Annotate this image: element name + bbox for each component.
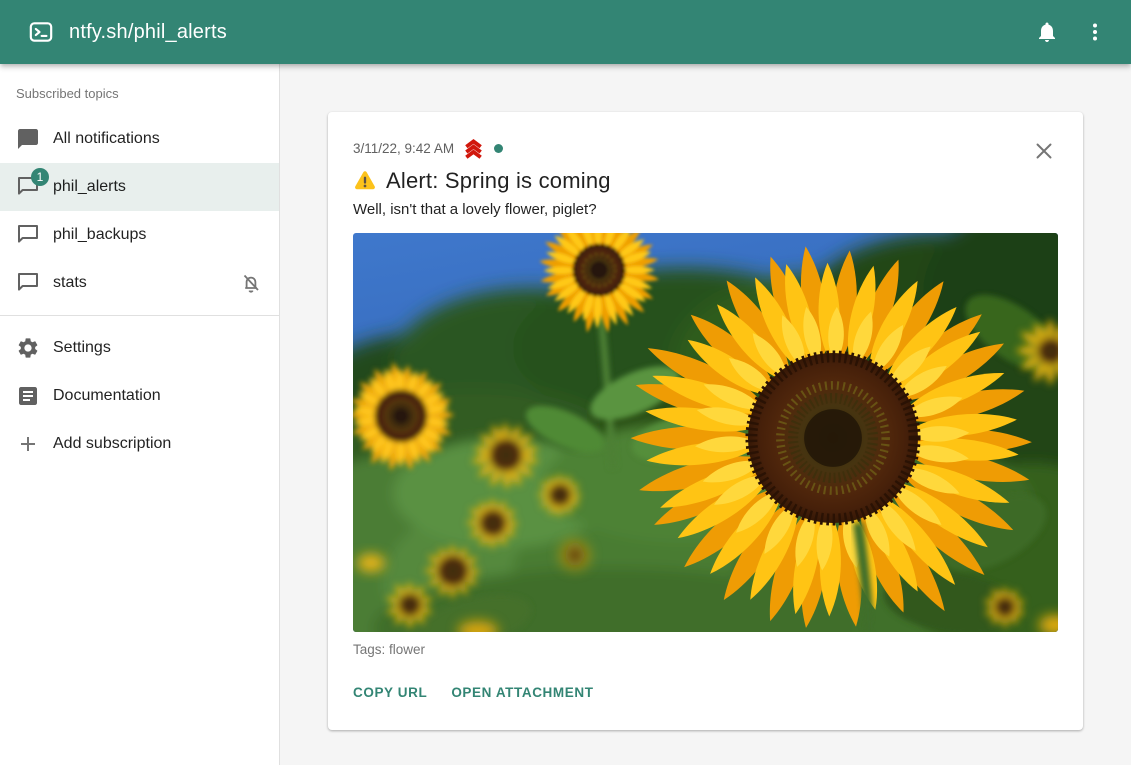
unread-count-badge: 1 (31, 168, 49, 186)
warning-emoji-icon (353, 170, 377, 192)
sidebar-item-phil-alerts[interactable]: 1 phil_alerts (0, 163, 279, 211)
notification-title-row: Alert: Spring is coming (353, 168, 1058, 194)
open-attachment-button[interactable]: OPEN ATTACHMENT (443, 679, 601, 706)
chat-bubble-filled-icon (16, 127, 40, 151)
attachment-image-sunflowers[interactable] (353, 233, 1058, 632)
notification-message: Well, isn't that a lovely flower, piglet… (353, 201, 1058, 218)
notification-card: 3/11/22, 9:42 AM Alert: Spring is coming… (328, 112, 1083, 730)
subscribed-topics-label: Subscribed topics (0, 78, 279, 115)
notifications-bell-button[interactable] (1023, 8, 1071, 56)
chat-bubble-outline-icon (16, 271, 40, 295)
notifications-muted-icon (239, 271, 263, 295)
main-content: 3/11/22, 9:42 AM Alert: Spring is coming… (280, 64, 1131, 765)
sidebar-item-stats[interactable]: stats (0, 259, 279, 307)
sidebar-item-label: All notifications (53, 130, 160, 148)
app-title: ntfy.sh/phil_alerts (69, 21, 227, 44)
sidebar-item-documentation[interactable]: Documentation (0, 372, 279, 420)
unread-dot (494, 144, 503, 153)
copy-url-button[interactable]: COPY URL (345, 679, 435, 706)
timestamp: 3/11/22, 9:42 AM (353, 141, 454, 156)
close-icon (1031, 138, 1057, 164)
sidebar-item-label: Settings (53, 339, 111, 357)
vertical-dots-icon (1083, 20, 1107, 44)
notification-actions: COPY URL OPEN ATTACHMENT (353, 679, 1058, 706)
sidebar-item-all-notifications[interactable]: All notifications (0, 115, 279, 163)
ntfy-terminal-logo-icon (28, 19, 54, 45)
sidebar-item-label: Add subscription (53, 435, 171, 453)
chat-bubble-outline-icon: 1 (16, 175, 40, 199)
sidebar-item-label: phil_alerts (53, 178, 126, 196)
sidebar-item-settings[interactable]: Settings (0, 324, 279, 372)
sidebar-item-label: phil_backups (53, 226, 146, 244)
plus-icon (16, 432, 40, 456)
app-bar: ntfy.sh/phil_alerts (0, 0, 1131, 64)
notification-meta: 3/11/22, 9:42 AM (353, 138, 1058, 159)
overflow-menu-button[interactable] (1071, 8, 1119, 56)
chat-bubble-outline-icon (16, 223, 40, 247)
sidebar-divider (0, 315, 279, 316)
sidebar-item-phil-backups[interactable]: phil_backups (0, 211, 279, 259)
sidebar-item-label: Documentation (53, 387, 161, 405)
document-icon (16, 384, 40, 408)
close-notification-button[interactable] (1030, 138, 1058, 166)
sidebar-item-add-subscription[interactable]: Add subscription (0, 420, 279, 468)
gear-icon (16, 336, 40, 360)
priority-high-icon (463, 138, 484, 159)
bell-icon (1035, 20, 1059, 44)
sidebar-item-label: stats (53, 274, 87, 292)
sidebar: Subscribed topics All notifications 1 ph… (0, 64, 280, 765)
notification-tags: Tags: flower (353, 642, 1058, 657)
notification-title: Alert: Spring is coming (386, 168, 611, 194)
